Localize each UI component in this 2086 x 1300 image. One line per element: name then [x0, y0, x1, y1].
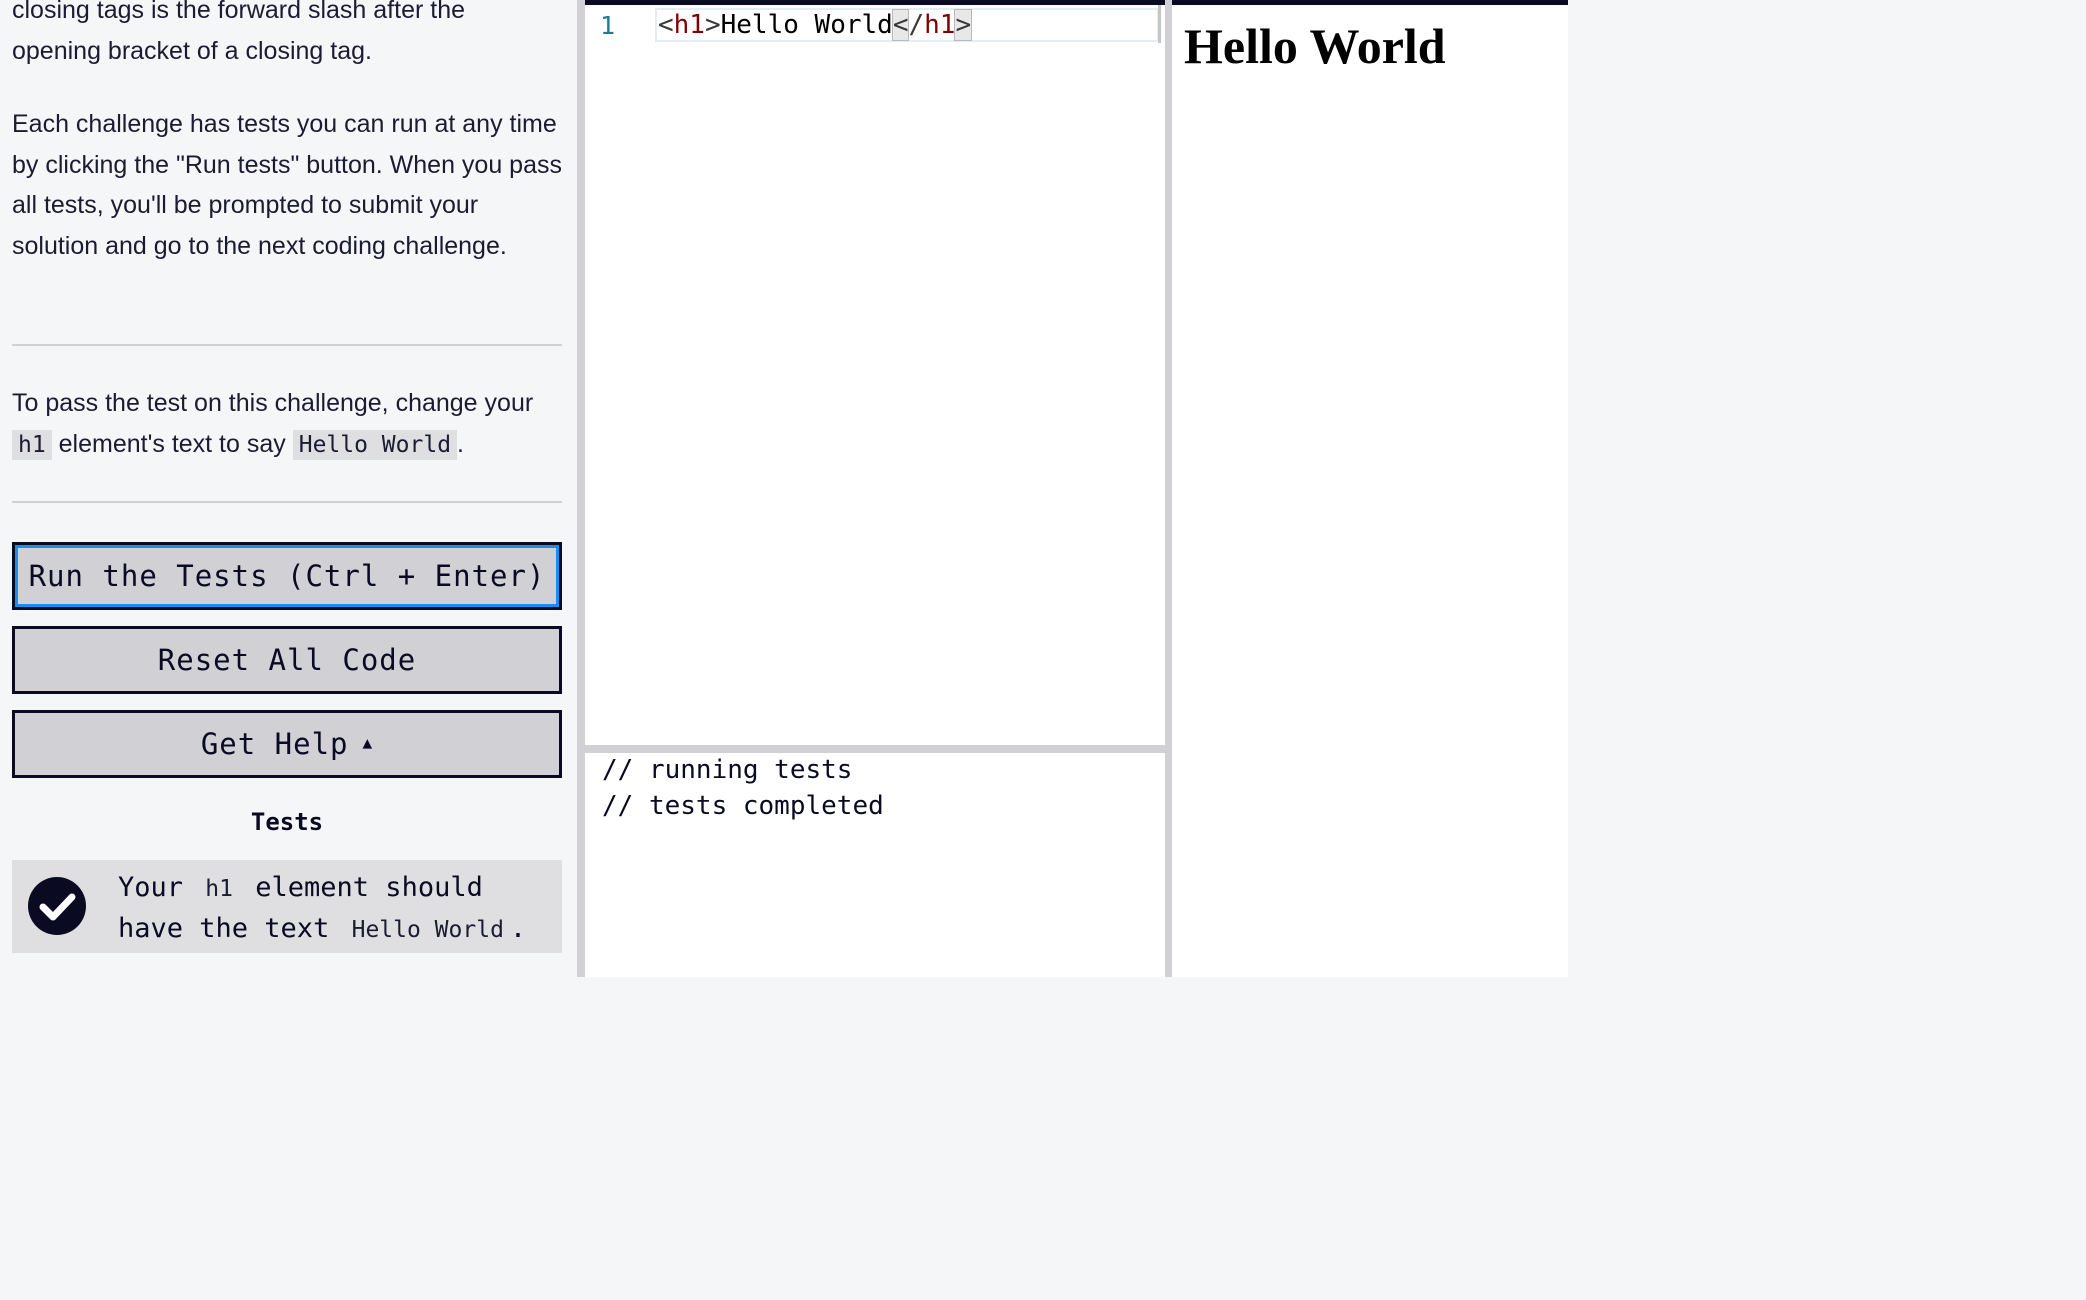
run-tests-label: Run the Tests (Ctrl + Enter) [28, 559, 546, 593]
instructions-text: To pass the test on this challenge, chan… [12, 389, 534, 417]
console-line: // tests completed [602, 791, 884, 821]
console-line: // running tests [602, 755, 853, 785]
line-number: 1 [600, 11, 616, 40]
instructions-text: element's text to say [58, 429, 286, 458]
instructions-text: closing tags is the forward slash after … [12, 0, 466, 24]
instructions-paragraph-3: To pass the test on this challenge, chan… [12, 383, 562, 465]
divider [12, 501, 562, 503]
pane-resizer[interactable] [1165, 0, 1172, 977]
caret-up-icon: ▲ [362, 732, 374, 752]
run-tests-button[interactable]: Run the Tests (Ctrl + Enter) [12, 542, 562, 610]
code-line[interactable]: <h1>Hello World</h1> [655, 8, 1159, 42]
reset-code-label: Reset All Code [157, 643, 417, 677]
instructions-text: . [457, 429, 464, 458]
instructions-paragraph-2: Each challenge has tests you can run at … [12, 110, 562, 260]
code-token: h1 [673, 10, 705, 40]
get-help-button[interactable]: Get Help ▲ [12, 710, 562, 778]
reset-code-button[interactable]: Reset All Code [12, 626, 562, 694]
instructions-paragraph-1: closing tags is the forward slash after … [12, 0, 562, 71]
tests-heading: Tests [250, 808, 324, 836]
divider [12, 344, 562, 346]
code-token: < [658, 10, 674, 40]
inline-code: Hello World [345, 915, 510, 945]
inline-code: Hello World [292, 429, 458, 460]
test-description: Your h1 element should have the text Hel… [118, 868, 548, 950]
preview-pane: Hello World [1172, 5, 1568, 977]
inline-code: h1 [12, 429, 52, 460]
instructions-pane: closing tags is the forward slash after … [0, 0, 577, 977]
test-text: Your [118, 872, 184, 903]
preview-heading: Hello World [1184, 18, 1446, 74]
code-token: > [704, 10, 721, 40]
test-text: . [509, 913, 527, 944]
code-token: < [891, 9, 910, 41]
output-console: // running tests // tests completed [585, 753, 1165, 977]
editor-scrollbar[interactable] [1158, 5, 1161, 43]
code-token: h1 [924, 10, 956, 40]
code-token: > [954, 9, 973, 41]
get-help-label: Get Help [200, 727, 349, 761]
check-circle-icon [28, 877, 86, 935]
inline-code: h1 [199, 874, 239, 904]
pane-resizer[interactable] [577, 0, 585, 977]
code-token: Hello World [720, 10, 893, 40]
code-token: / [908, 10, 925, 40]
code-editor[interactable]: 1 <h1>Hello World</h1> [585, 5, 1165, 745]
instructions-text: opening bracket of a closing tag. [12, 36, 372, 65]
editor-console-resizer[interactable] [585, 745, 1165, 753]
test-item: Your h1 element should have the text Hel… [12, 860, 562, 953]
